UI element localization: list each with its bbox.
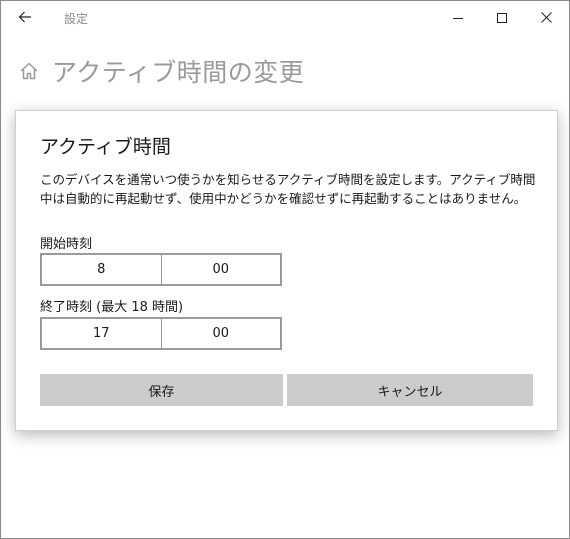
close-icon (540, 8, 552, 27)
home-icon[interactable] (18, 60, 40, 82)
page-header: アクティブ時間の変更 (18, 53, 304, 89)
dialog-title: アクティブ時間 (40, 136, 171, 158)
save-button[interactable]: 保存 (40, 374, 283, 406)
end-minute-field[interactable]: 00 (160, 319, 281, 348)
active-hours-dialog: アクティブ時間 このデバイスを通常いつ使うかを知らせるアクティブ時間を設定します… (15, 110, 558, 431)
start-time-picker[interactable]: 8 00 (40, 253, 282, 286)
minimize-button[interactable] (435, 1, 481, 33)
title-bar: 設定 (1, 1, 569, 35)
start-time-label: 開始時刻 (40, 237, 93, 252)
app-title: 設定 (64, 12, 89, 26)
dialog-description: このデバイスを通常いつ使うかを知らせるアクティブ時間を設定します。アクティブ時間… (40, 172, 536, 206)
start-minute-field[interactable]: 00 (160, 255, 281, 284)
minimize-icon (453, 8, 463, 27)
maximize-icon (497, 8, 507, 27)
end-time-label: 終了時刻 (最大 18 時間) (40, 300, 184, 315)
back-arrow-icon (18, 9, 32, 28)
close-button[interactable] (523, 1, 569, 33)
end-hour-field[interactable]: 17 (42, 319, 161, 348)
maximize-button[interactable] (479, 1, 525, 33)
page-title: アクティブ時間の変更 (52, 58, 305, 87)
end-time-picker[interactable]: 17 00 (40, 317, 282, 350)
start-hour-field[interactable]: 8 (42, 255, 161, 284)
settings-window: 設定 アクティブ時間の変更 アクティブ時間 このデバイスを通常いつ使うかを知らせ… (0, 0, 570, 539)
back-button[interactable] (9, 3, 41, 33)
cancel-button[interactable]: キャンセル (287, 374, 533, 406)
